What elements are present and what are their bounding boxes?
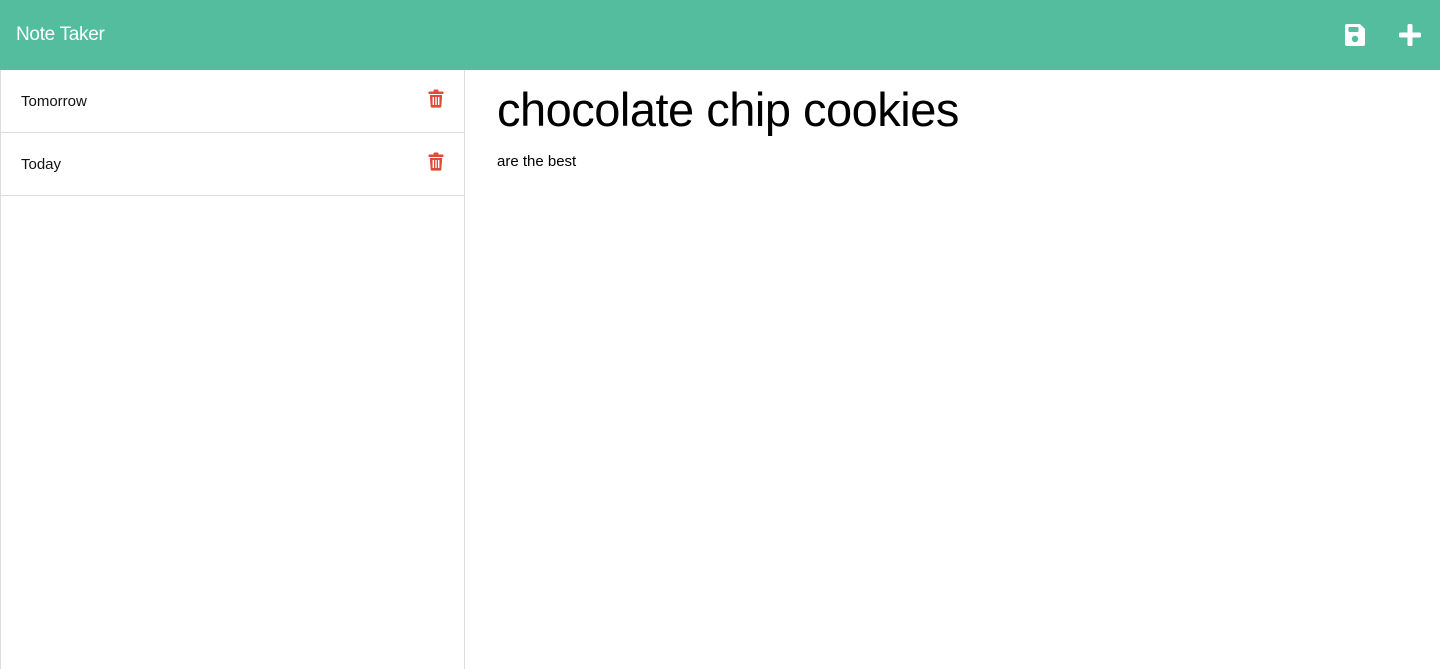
note-item-title: Today xyxy=(21,155,62,173)
plus-icon[interactable] xyxy=(1397,22,1423,48)
note-editor: are the best xyxy=(465,70,1440,669)
navbar: Note Taker xyxy=(0,0,1440,70)
trash-icon[interactable] xyxy=(428,152,444,171)
notes-sidebar: Tomorrow Today xyxy=(0,70,465,669)
note-body-textarea[interactable]: are the best xyxy=(497,152,1408,572)
note-list-item-today[interactable]: Today xyxy=(1,133,464,196)
toolbar xyxy=(1343,0,1424,70)
note-list: Tomorrow Today xyxy=(1,70,464,196)
app-title-link[interactable]: Note Taker xyxy=(16,24,105,46)
note-title-input[interactable] xyxy=(497,82,1408,138)
note-list-item-tomorrow[interactable]: Tomorrow xyxy=(1,70,464,133)
trash-icon[interactable] xyxy=(428,89,444,108)
save-icon[interactable] xyxy=(1343,23,1367,47)
note-item-title: Tomorrow xyxy=(21,92,87,110)
